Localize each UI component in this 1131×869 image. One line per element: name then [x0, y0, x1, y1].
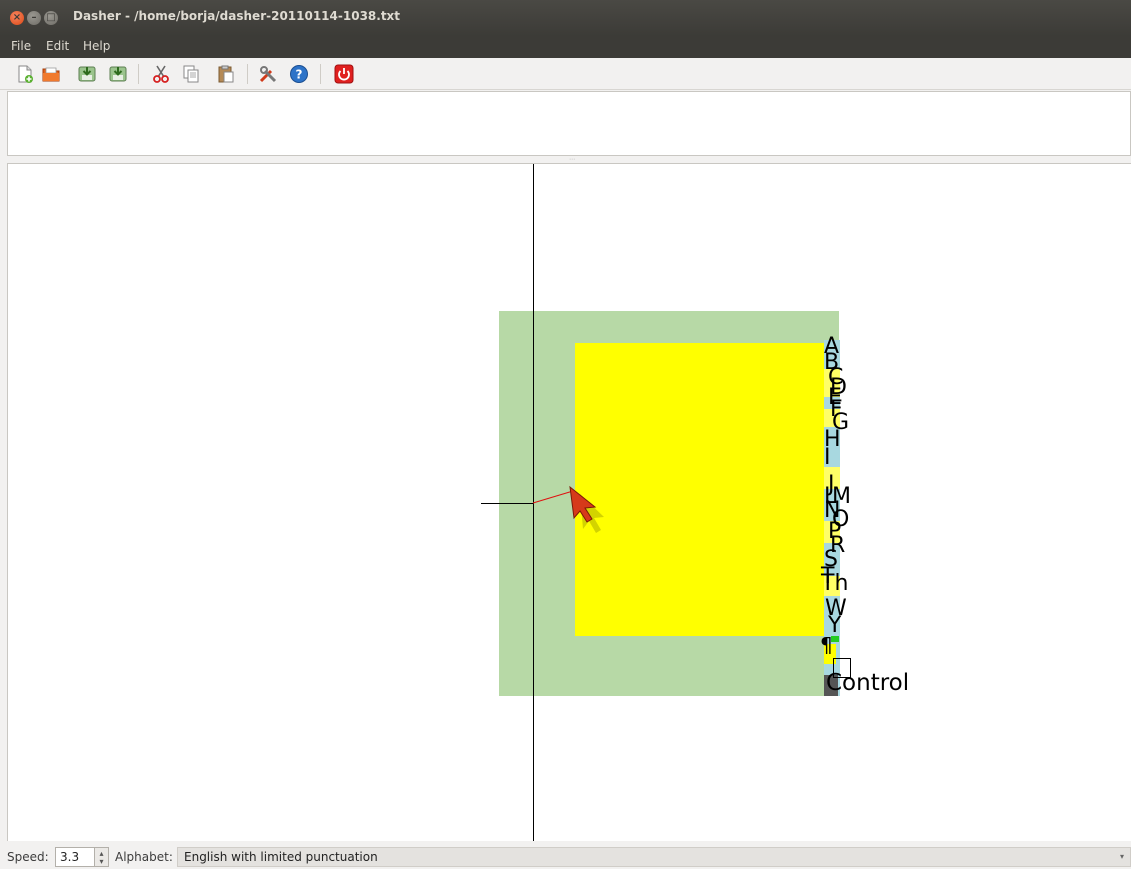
dropdown-arrow-icon[interactable]: ▾ — [1120, 848, 1124, 866]
copy-icon — [183, 65, 199, 83]
menu-file[interactable]: File — [11, 39, 31, 53]
copy-button[interactable] — [180, 63, 202, 85]
speed-label: Speed: — [7, 850, 49, 864]
cut-button[interactable] — [150, 63, 172, 85]
close-window-button[interactable]: × — [10, 11, 24, 25]
toolbar-separator — [138, 64, 139, 84]
letter-I: I — [824, 445, 831, 470]
toolbar-separator — [247, 64, 248, 84]
pointer-overlay — [532, 485, 604, 533]
minimize-window-button[interactable]: – — [27, 11, 41, 25]
open-button[interactable] — [40, 63, 62, 85]
toolbar-separator — [320, 64, 321, 84]
speed-spinbox[interactable]: 3.3 — [55, 847, 95, 867]
minimize-icon: – — [31, 12, 37, 23]
open-folder-icon — [42, 67, 60, 82]
quit-icon — [334, 64, 354, 84]
window-title: Dasher - /home/borja/dasher-20110114-103… — [73, 9, 401, 23]
save-as-button[interactable] — [107, 63, 129, 85]
menu-bar: File Edit Help — [0, 36, 1131, 58]
cut-icon — [153, 65, 169, 83]
maximize-window-button[interactable]: □ — [44, 11, 58, 25]
save-as-icon — [109, 66, 127, 82]
preferences-button[interactable] — [257, 63, 279, 85]
help-button[interactable]: ? — [288, 63, 310, 85]
alphabet-selected-value: English with limited punctuation — [184, 850, 378, 864]
menu-help[interactable]: Help — [83, 39, 110, 53]
save-icon — [78, 66, 96, 82]
paste-button[interactable] — [215, 63, 237, 85]
close-icon: × — [12, 12, 22, 23]
toolbar: ? — [0, 58, 1131, 90]
control-label: Control — [826, 670, 910, 696]
alphabet-select[interactable]: English with limited punctuation ▾ — [177, 847, 1131, 867]
save-button[interactable] — [76, 63, 98, 85]
chevron-down-icon[interactable]: ▾ — [99, 857, 103, 866]
svg-text:?: ? — [296, 68, 303, 82]
preferences-icon — [259, 66, 277, 83]
pane-resize-handle[interactable]: ⋯ — [569, 157, 579, 163]
menu-edit[interactable]: Edit — [46, 39, 69, 53]
speed-spin-buttons[interactable]: ▴ ▾ — [95, 847, 109, 867]
maximize-icon: □ — [46, 12, 56, 23]
new-document-icon — [18, 65, 33, 83]
help-icon: ? — [290, 65, 308, 83]
pointer-line — [532, 490, 574, 504]
title-bar: × – □ Dasher - /home/borja/dasher-201101… — [0, 0, 1131, 36]
letter-Th: Th — [821, 571, 849, 596]
dasher-canvas[interactable]: A B C D E F G H I J L M N O P R S T Th W… — [7, 163, 1131, 841]
paste-icon — [218, 65, 234, 83]
alphabet-label: Alphabet: — [115, 850, 173, 864]
status-bar: Speed: 3.3 ▴ ▾ Alphabet: English with lim… — [0, 845, 1131, 869]
mouse-cursor-icon — [569, 485, 604, 533]
letter-pilcrow: ¶ — [820, 633, 833, 657]
quit-button[interactable] — [333, 63, 355, 85]
new-document-button[interactable] — [14, 63, 36, 85]
text-output-area[interactable] — [7, 91, 1131, 156]
dasher-window: × – □ Dasher - /home/borja/dasher-201101… — [0, 0, 1131, 869]
